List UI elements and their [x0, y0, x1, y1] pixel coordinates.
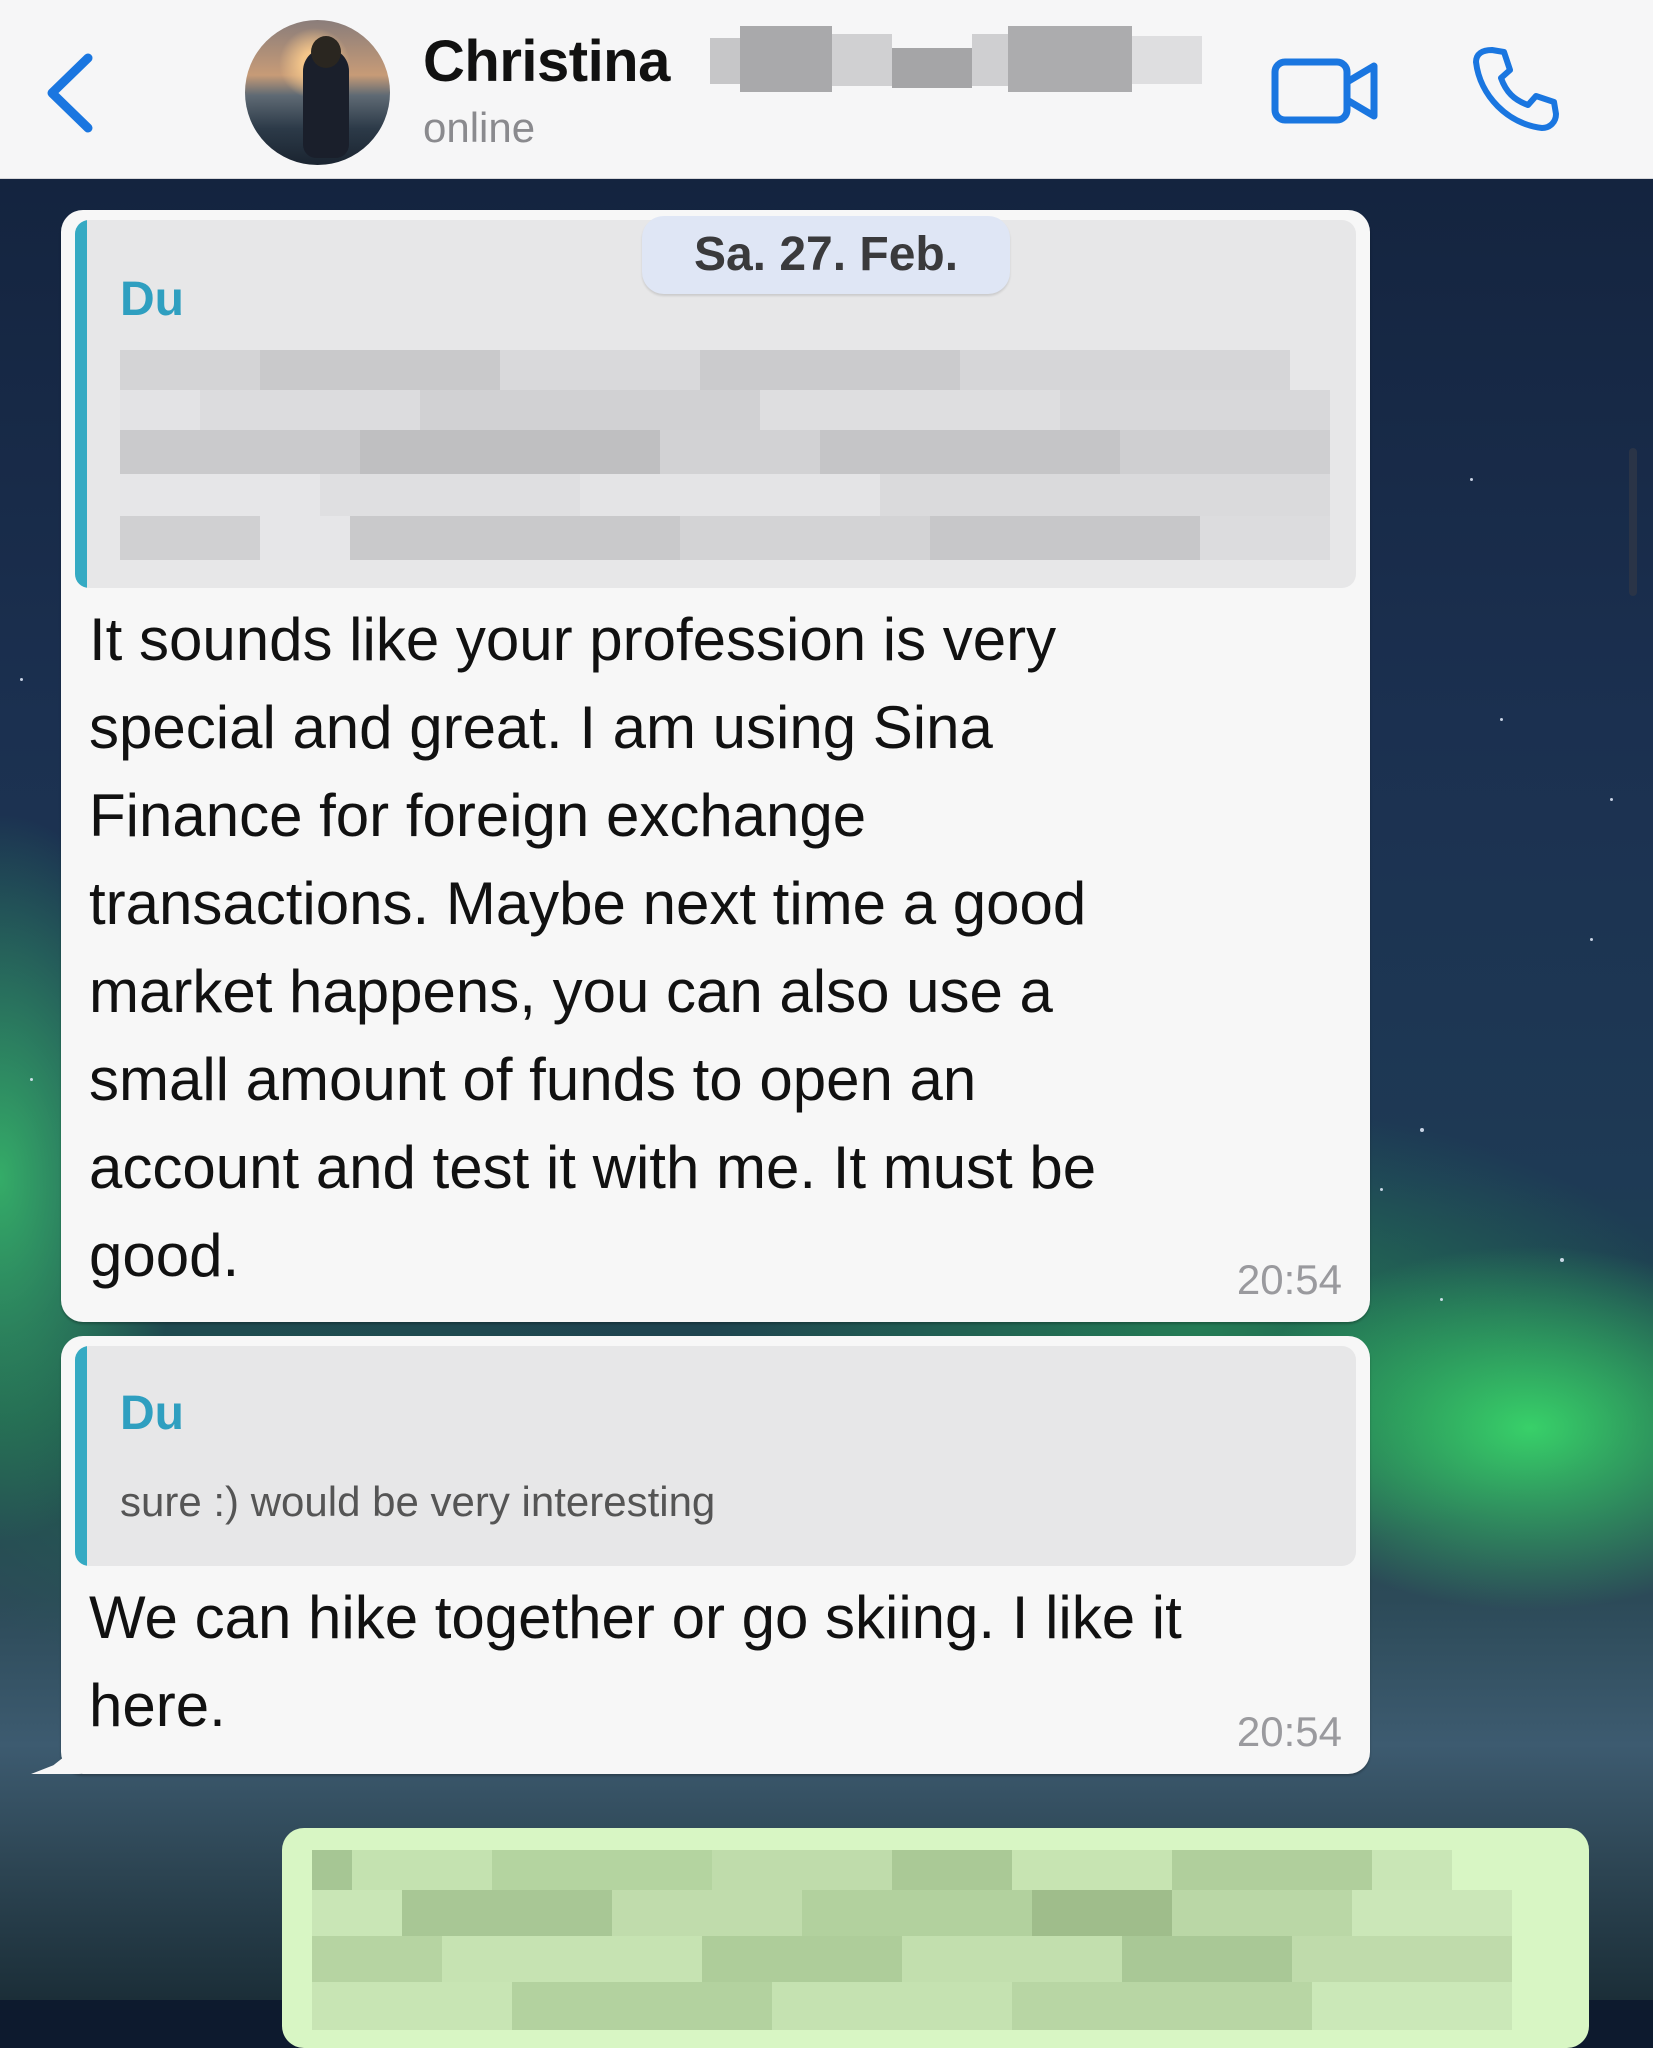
- quoted-author: Du: [120, 1387, 184, 1440]
- message-text: It sounds like your profession is very s…: [89, 606, 1097, 1289]
- avatar[interactable]: [245, 20, 390, 165]
- message-text: We can hike together or go skiing. I lik…: [89, 1584, 1182, 1739]
- quoted-text: sure :) would be very interesting: [120, 1478, 716, 1525]
- chat-header: Christina online: [0, 0, 1653, 179]
- redacted-message-text: [312, 1850, 1512, 2030]
- message-time: 20:54: [1236, 1256, 1342, 1303]
- message-time: 20:54: [1236, 1708, 1342, 1755]
- video-call-button[interactable]: [1270, 50, 1382, 130]
- contact-name[interactable]: Christina: [423, 28, 670, 95]
- quote-accent-bar: [75, 1346, 87, 1566]
- phone-icon: [1473, 47, 1559, 131]
- message-bubble-outgoing[interactable]: [282, 1828, 1589, 2048]
- message-bubble-incoming[interactable]: Du sure :) would be very interesting We …: [61, 1336, 1370, 1774]
- quoted-message[interactable]: Du sure :) would be very interesting: [75, 1346, 1356, 1566]
- quote-accent-bar: [75, 220, 87, 588]
- redacted-surname: [710, 26, 1202, 92]
- chevron-left-icon: [47, 53, 93, 133]
- quoted-author: Du: [120, 273, 184, 326]
- back-button[interactable]: [38, 48, 108, 138]
- voice-call-button[interactable]: [1470, 44, 1560, 134]
- bubble-tail: [27, 1734, 87, 1774]
- scroll-indicator[interactable]: [1629, 448, 1637, 596]
- video-camera-icon: [1271, 58, 1378, 124]
- message-bubble-incoming[interactable]: Du It sounds like your profession is ver…: [61, 210, 1370, 1322]
- contact-status: online: [423, 104, 536, 151]
- date-separator: Sa. 27. Feb.: [642, 216, 1010, 294]
- redacted-quoted-text: [120, 350, 1330, 560]
